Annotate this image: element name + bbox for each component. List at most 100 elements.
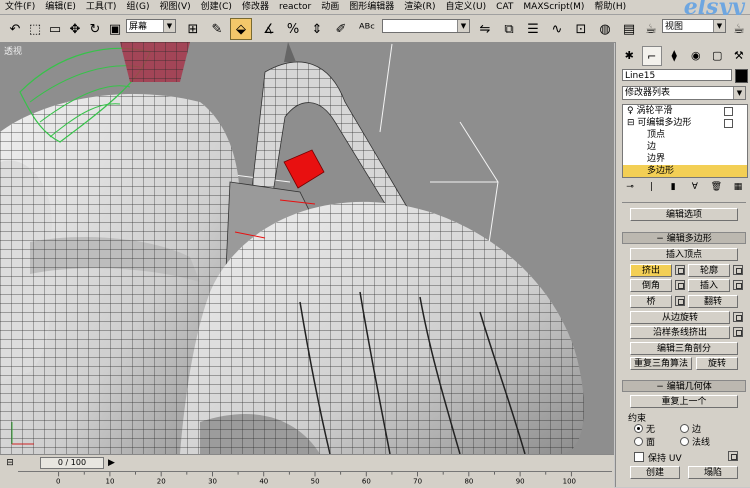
display-tab-icon[interactable]: ▢ [708,46,727,64]
flip-button[interactable]: 翻转 [688,295,738,308]
collapse-icon[interactable]: ⊟ [627,118,635,128]
menu-tools[interactable]: 工具(T) [81,0,122,14]
edit-geometry-rollout[interactable]: − 编辑几何体 [622,380,746,392]
stack-item-editable-poly[interactable]: ⊟ 可编辑多边形 [623,117,747,129]
timeline-expand-icon[interactable]: ⊟ [2,456,18,470]
constraint-edge-radio[interactable] [680,424,689,433]
pivot-center-icon[interactable]: ⊞ [182,18,204,40]
remove-modifier-icon[interactable]: 🗑 [708,180,724,194]
preserve-uv-checkbox[interactable] [634,452,644,462]
menu-edit[interactable]: 编辑(E) [40,0,81,14]
edit-polygons-rollout[interactable]: − 编辑多边形 [622,232,746,244]
select-object-icon[interactable]: ⬚ [24,18,46,40]
menu-maxscript[interactable]: MAXScript(M) [518,0,589,14]
menu-customize[interactable]: 自定义(U) [441,0,492,14]
extrude-along-spline-button[interactable]: 沿样条线挤出 [630,326,730,339]
hinge-from-edge-button[interactable]: 从边旋转 [630,311,730,324]
named-selection-icon[interactable]: ✐ [330,18,352,40]
menu-file[interactable]: 文件(F) [0,0,40,14]
select-scale-icon[interactable]: ▣ [104,18,126,40]
abc-icon[interactable]: ᴬᴮᶜ [356,18,378,40]
bevel-settings-icon[interactable] [675,280,685,290]
stack-item-turbosmooth[interactable]: ♀ 涡轮平滑 [623,105,747,117]
layer-manager-icon[interactable]: ☰ [522,18,544,40]
object-name-field[interactable]: Line15 [622,69,732,81]
bulb-icon[interactable]: ♀ [627,106,634,116]
spinner-snap-icon[interactable]: ⇕ [306,18,328,40]
constraint-normal-radio[interactable] [680,437,689,446]
turn-button[interactable]: 旋转 [696,357,738,370]
inset-button[interactable]: 插入 [688,279,730,292]
undo-icon[interactable]: ↶ [4,18,26,40]
show-end-result-toggle-icon[interactable]: ▮ [665,180,681,194]
edit-options-button[interactable]: 编辑选项 [630,208,738,221]
create-tab-icon[interactable]: ✱ [620,46,639,64]
pin-stack-icon[interactable]: ⊸ [622,180,638,194]
menu-create[interactable]: 创建(C) [196,0,237,14]
inset-settings-icon[interactable] [733,280,743,290]
quick-render-icon[interactable]: ☕ [728,18,750,40]
schematic-view-icon[interactable]: ⊡ [570,18,592,40]
teapot-render-icon[interactable]: ☕ [640,18,662,40]
menu-group[interactable]: 组(G) [121,0,154,14]
mirror-icon[interactable]: ⇋ [474,18,496,40]
snap-toggle-icon[interactable]: ⬙ [230,18,252,40]
menu-help[interactable]: 帮助(H) [589,0,631,14]
constraint-none-radio[interactable] [634,424,643,433]
align-icon[interactable]: ⧉ [498,18,520,40]
bevel-button[interactable]: 倒角 [630,279,672,292]
insert-vertex-button[interactable]: 插入顶点 [630,248,738,261]
retriangulate-button[interactable]: 重复三角算法 [630,357,692,370]
viewport-label[interactable]: 透视 [4,44,22,57]
utilities-tab-icon[interactable]: ⚒ [730,46,749,64]
angle-snap-icon[interactable]: ∡ [258,18,280,40]
menu-cat[interactable]: CAT [491,0,518,14]
extrude-along-spline-settings-icon[interactable] [733,327,743,337]
menu-modifiers[interactable]: 修改器 [237,0,274,14]
modifier-list-dropdown[interactable]: 修改器列表 ▼ [622,86,746,100]
named-selection-set-dropdown[interactable]: ▼ [382,19,470,33]
object-color-swatch[interactable] [735,69,748,83]
timeline-ruler[interactable]: 0 10 20 30 40 50 60 70 80 90 100 [18,471,612,486]
hierarchy-tab-icon[interactable]: ⧫ [665,46,684,64]
stack-item-polygon[interactable]: 多边形 [623,165,747,177]
bridge-button[interactable]: 桥 [630,295,672,308]
menu-view[interactable]: 视图(V) [154,0,195,14]
edit-triangulation-button[interactable]: 编辑三角剖分 [630,342,738,355]
constraint-face-radio[interactable] [634,437,643,446]
render-setup-icon[interactable]: ▤ [618,18,640,40]
stack-item-edge[interactable]: 边 [623,141,747,153]
preserve-uv-settings-icon[interactable] [728,451,738,461]
stack-item-vertex[interactable]: 顶点 [623,129,747,141]
make-unique-icon[interactable]: ∀ [687,180,703,194]
collapse-button[interactable]: 塌陷 [688,466,738,479]
hinge-settings-icon[interactable] [733,312,743,322]
show-end-result-icon[interactable] [724,119,733,128]
select-manipulate-icon[interactable]: ✎ [206,18,228,40]
extrude-button[interactable]: 挤出 [630,264,672,277]
menu-reactor[interactable]: reactor [274,0,316,14]
extrude-settings-icon[interactable] [675,265,685,275]
curve-editor-icon[interactable]: ∿ [546,18,568,40]
outline-button[interactable]: 轮廓 [688,264,730,277]
create-button[interactable]: 创建 [630,466,680,479]
show-end-result-icon[interactable] [724,107,733,116]
select-region-icon[interactable]: ▭ [44,18,66,40]
material-editor-icon[interactable]: ◍ [594,18,616,40]
select-rotate-icon[interactable]: ↻ [84,18,106,40]
menu-graph-editors[interactable]: 图形编辑器 [344,0,399,14]
menu-animation[interactable]: 动画 [316,0,344,14]
stack-item-border[interactable]: 边界 [623,153,747,165]
bridge-settings-icon[interactable] [675,296,685,306]
select-move-icon[interactable]: ✥ [64,18,86,40]
percent-snap-icon[interactable]: % [282,18,304,40]
modify-tab-icon[interactable]: ⌐ [641,46,662,66]
perspective-viewport[interactable]: 透视 [0,42,614,454]
configure-modifier-sets-icon[interactable]: ▦ [730,180,746,194]
outline-settings-icon[interactable] [733,265,743,275]
motion-tab-icon[interactable]: ◉ [687,46,706,64]
chevron-right-icon[interactable]: ▶ [108,458,115,468]
menu-rendering[interactable]: 渲染(R) [399,0,440,14]
view-dropdown[interactable]: 视图 ▼ [662,19,726,33]
repeat-last-button[interactable]: 重复上一个 [630,395,738,408]
